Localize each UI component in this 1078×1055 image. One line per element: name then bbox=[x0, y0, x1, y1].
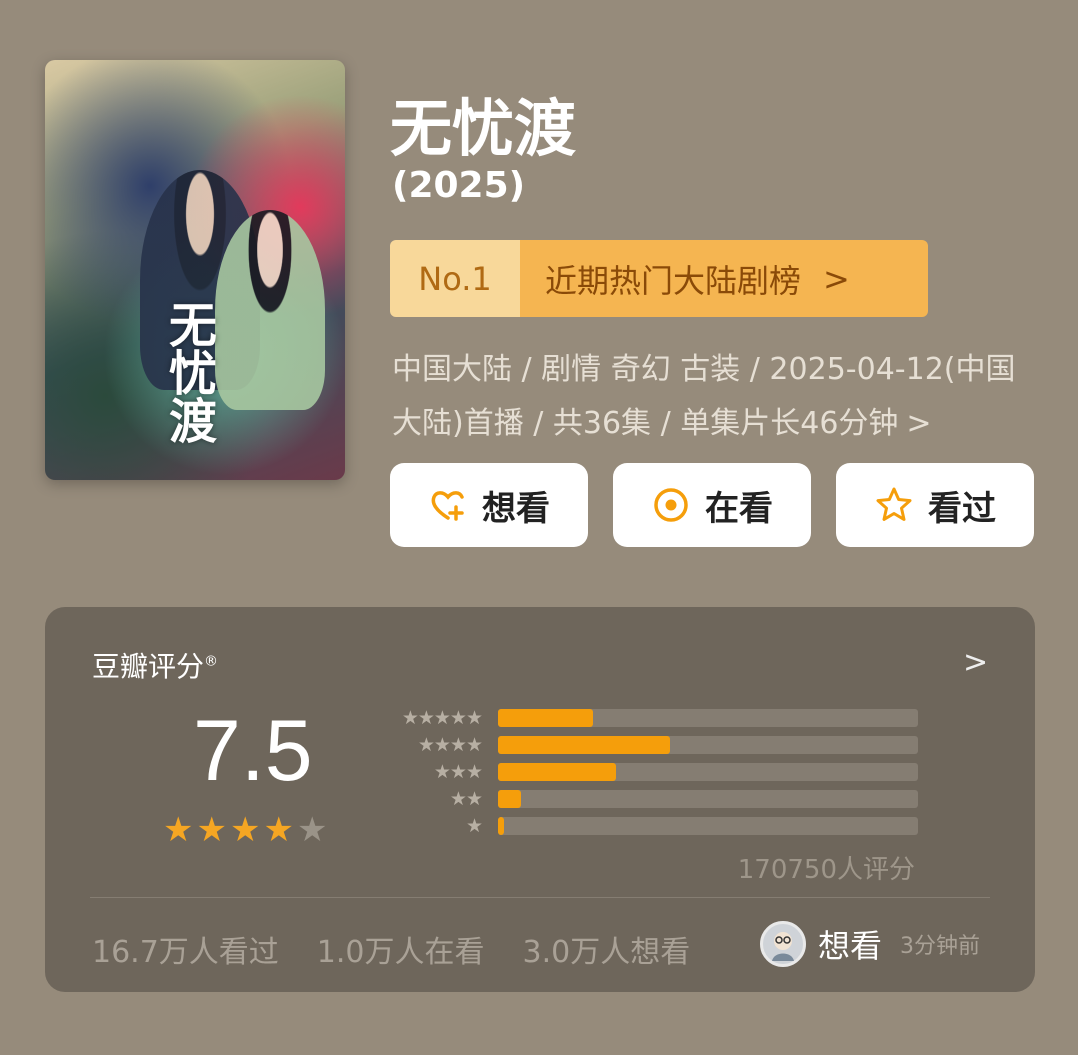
target-icon bbox=[651, 485, 691, 525]
rating-bar-fill bbox=[498, 736, 671, 754]
activity-time: 3分钟前 bbox=[900, 934, 981, 959]
rating-bar-track bbox=[498, 817, 918, 835]
rating-label-text: 豆瓣评分 bbox=[92, 650, 205, 683]
rating-bar-track bbox=[498, 790, 918, 808]
chevron-right-icon: > bbox=[823, 259, 850, 298]
activity-action: 想看 bbox=[818, 927, 883, 965]
star-icon: ★ bbox=[296, 810, 328, 850]
friend-activity[interactable]: 想看 3分钟前 bbox=[760, 921, 980, 967]
want-to-watch-label: 想看 bbox=[482, 488, 550, 529]
rating-bar-track bbox=[498, 763, 918, 781]
registered-mark: ® bbox=[204, 653, 219, 670]
rating-row: ★★ bbox=[375, 788, 925, 815]
watching-label: 在看 bbox=[705, 488, 773, 529]
rating-bar-track bbox=[498, 736, 918, 754]
chevron-right-icon: > bbox=[906, 406, 932, 441]
rating-row-stars: ★★★★ bbox=[417, 734, 483, 756]
rating-count: 170750人评分 bbox=[737, 855, 915, 885]
rating-score: 7.5 bbox=[193, 703, 313, 799]
rating-bar-fill bbox=[498, 790, 522, 808]
rating-row: ★★★ bbox=[375, 761, 925, 788]
rating-row: ★ bbox=[375, 815, 925, 842]
star-icon: ★ bbox=[263, 810, 294, 850]
chevron-right-icon[interactable]: > bbox=[963, 645, 988, 680]
star-icon: ★ bbox=[229, 810, 261, 850]
rating-label: 豆瓣评分® bbox=[92, 645, 218, 685]
stats-row: 16.7万人看过 1.0万人在看 3.0万人想看 bbox=[92, 927, 690, 971]
show-title: 无忧渡 bbox=[390, 92, 577, 165]
poster-calligraphy: 无忧渡 bbox=[160, 300, 216, 444]
rating-row: ★★★★ bbox=[375, 734, 925, 761]
rating-row-stars: ★★★★★ bbox=[401, 707, 483, 729]
star-outline-icon bbox=[874, 485, 914, 525]
ranking-badge[interactable]: No.1 近期热门大陆剧榜 > bbox=[390, 240, 928, 317]
rating-bar-fill bbox=[498, 709, 593, 727]
rating-bar-track bbox=[498, 709, 918, 727]
rating-bar-fill bbox=[498, 817, 505, 835]
show-meta[interactable]: 中国大陆 / 剧情 奇幻 古装 / 2025-04-12(中国大陆)首播 / 共… bbox=[392, 343, 1042, 451]
heart-plus-icon bbox=[428, 485, 468, 525]
rating-row-stars: ★★ bbox=[449, 788, 483, 810]
show-year: (2025) bbox=[392, 165, 526, 206]
star-icon: ★ bbox=[196, 810, 227, 850]
poster-figure-female bbox=[215, 210, 325, 410]
ranking-list-name: 近期热门大陆剧榜 bbox=[545, 261, 802, 300]
ranking-list: 近期热门大陆剧榜 > bbox=[520, 240, 928, 317]
rating-stars: ★ ★ ★ ★ ★ bbox=[163, 813, 327, 847]
rating-bar-fill bbox=[498, 763, 616, 781]
stat-watched[interactable]: 16.7万人看过 bbox=[92, 927, 279, 971]
poster-image[interactable]: 无忧渡 bbox=[45, 60, 345, 480]
rating-distribution: ★★★★★ ★★★★ ★★★ ★★ ★ bbox=[375, 707, 925, 842]
stat-want[interactable]: 3.0万人想看 bbox=[523, 927, 691, 971]
rating-row-stars: ★★★ bbox=[433, 761, 483, 783]
want-to-watch-button[interactable]: 想看 bbox=[390, 463, 588, 547]
rating-row: ★★★★★ bbox=[375, 707, 925, 734]
star-icon: ★ bbox=[163, 810, 194, 850]
watching-button[interactable]: 在看 bbox=[613, 463, 811, 547]
divider bbox=[90, 897, 990, 898]
avatar bbox=[760, 921, 806, 967]
rating-row-stars: ★ bbox=[465, 815, 483, 837]
watched-label: 看过 bbox=[928, 488, 996, 529]
stat-watching[interactable]: 1.0万人在看 bbox=[317, 927, 485, 971]
watched-button[interactable]: 看过 bbox=[836, 463, 1034, 547]
rating-card[interactable]: 豆瓣评分® > 7.5 ★ ★ ★ ★ ★ ★★★★★ ★★★★ ★★★ ★★ ★ 170750… bbox=[45, 607, 1035, 992]
ranking-position: No.1 bbox=[390, 240, 520, 317]
